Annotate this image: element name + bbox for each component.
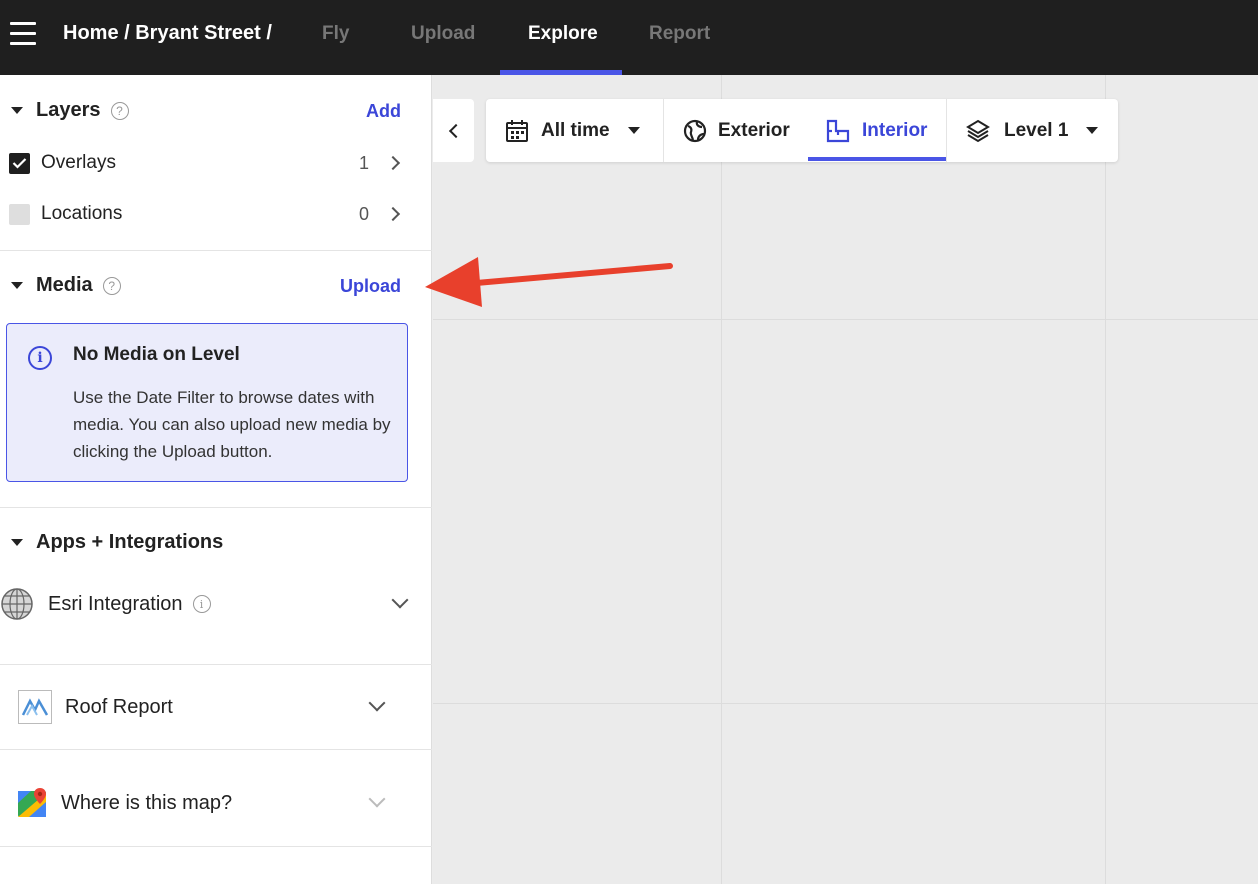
collapse-sidebar-button[interactable] — [433, 99, 474, 162]
layers-stack-icon — [966, 119, 990, 142]
caret-down-icon — [627, 127, 640, 134]
exterior-toggle[interactable]: Exterior — [683, 99, 790, 162]
roof-report-logo-icon — [18, 690, 52, 724]
esri-integration-label: Esri Integration — [48, 592, 183, 615]
top-navigation-bar: Home / Bryant Street / Fly Upload Explor… — [0, 0, 1258, 75]
caret-down-icon — [11, 282, 23, 289]
globe-icon — [683, 119, 707, 142]
section-divider — [0, 749, 432, 750]
sidebar-panel: Layers ? Add Overlays 1 Locations 0 Medi… — [0, 75, 432, 884]
where-is-this-map-label: Where is this map? — [61, 791, 233, 814]
info-icon: i — [28, 346, 52, 370]
tab-fly[interactable]: Fly — [322, 23, 349, 45]
google-maps-icon — [18, 788, 46, 817]
section-divider — [0, 846, 432, 847]
chevron-left-icon — [448, 123, 463, 138]
level-label: Level 1 — [1004, 119, 1069, 141]
apps-section-header[interactable]: Apps + Integrations — [0, 531, 223, 554]
globe-wireframe-icon — [1, 588, 33, 620]
info-circle-icon[interactable]: i — [192, 595, 211, 613]
map-tile-border — [433, 319, 1258, 320]
layer-row-locations[interactable]: Locations 0 — [0, 194, 432, 234]
help-icon[interactable]: ? — [110, 101, 129, 120]
floor-plan-icon — [826, 119, 850, 142]
breadcrumb[interactable]: Home / Bryant Street / — [63, 22, 272, 45]
tab-upload[interactable]: Upload — [411, 23, 475, 45]
section-divider — [0, 250, 432, 251]
overlays-label: Overlays — [41, 152, 116, 173]
app-esri-integration[interactable]: Esri Integration i — [0, 586, 432, 622]
locations-label: Locations — [41, 203, 123, 224]
annotation-arrow-icon — [425, 257, 673, 307]
map-tile-border — [1105, 75, 1106, 884]
interior-toggle[interactable]: Interior — [826, 99, 927, 162]
interior-active-indicator — [808, 157, 946, 161]
chevron-down-icon[interactable] — [391, 591, 409, 609]
calendar-icon — [506, 119, 528, 142]
notice-title: No Media on Level — [73, 344, 240, 365]
chevron-down-icon[interactable] — [368, 694, 386, 712]
checkmark-icon — [12, 158, 27, 169]
add-layer-button[interactable]: Add — [366, 101, 401, 122]
section-divider — [0, 664, 432, 665]
toolbar-divider — [663, 99, 664, 162]
layers-section-header[interactable]: Layers ? — [0, 99, 129, 122]
level-dropdown[interactable]: Level 1 — [966, 99, 1099, 162]
upload-media-button[interactable]: Upload — [340, 276, 401, 297]
map-toolbar: All time Exterior Interior Level 1 — [486, 99, 1118, 162]
locations-count: 0 — [358, 203, 369, 224]
chevron-right-icon[interactable] — [385, 155, 401, 171]
locations-checkbox[interactable] — [9, 203, 30, 225]
caret-down-icon — [11, 539, 23, 546]
layer-row-overlays[interactable]: Overlays 1 — [0, 143, 432, 183]
overlays-checkbox[interactable] — [9, 152, 30, 174]
hamburger-menu-icon[interactable] — [10, 22, 36, 46]
help-icon[interactable]: ? — [102, 276, 121, 295]
exterior-label: Exterior — [718, 119, 790, 141]
notice-text: Use the Date Filter to browse dates with… — [73, 388, 391, 461]
apps-title: Apps + Integrations — [36, 531, 224, 553]
map-tile-border — [721, 75, 722, 884]
toolbar-divider — [946, 99, 947, 162]
media-title: Media — [36, 274, 93, 296]
interior-label: Interior — [862, 119, 928, 141]
map-tile-border — [433, 703, 1258, 704]
chevron-down-icon[interactable] — [368, 790, 386, 808]
no-media-notice: i No Media on Level Use the Date Filter … — [6, 323, 408, 482]
layers-title: Layers — [36, 99, 101, 121]
tab-report[interactable]: Report — [649, 23, 710, 45]
tab-explore[interactable]: Explore — [528, 23, 598, 45]
caret-down-icon — [11, 107, 23, 114]
overlays-count: 1 — [358, 152, 369, 173]
date-filter-label: All time — [541, 119, 610, 141]
app-where-is-this-map[interactable]: Where is this map? — [0, 785, 432, 821]
section-divider — [0, 507, 432, 508]
caret-down-icon — [1086, 127, 1099, 134]
roof-report-label: Roof Report — [65, 695, 173, 718]
date-filter-dropdown[interactable]: All time — [505, 99, 640, 162]
chevron-right-icon[interactable] — [385, 206, 401, 222]
map-canvas[interactable] — [433, 75, 1258, 884]
app-roof-report[interactable]: Roof Report — [0, 689, 432, 725]
media-section-header[interactable]: Media ? — [0, 274, 121, 297]
